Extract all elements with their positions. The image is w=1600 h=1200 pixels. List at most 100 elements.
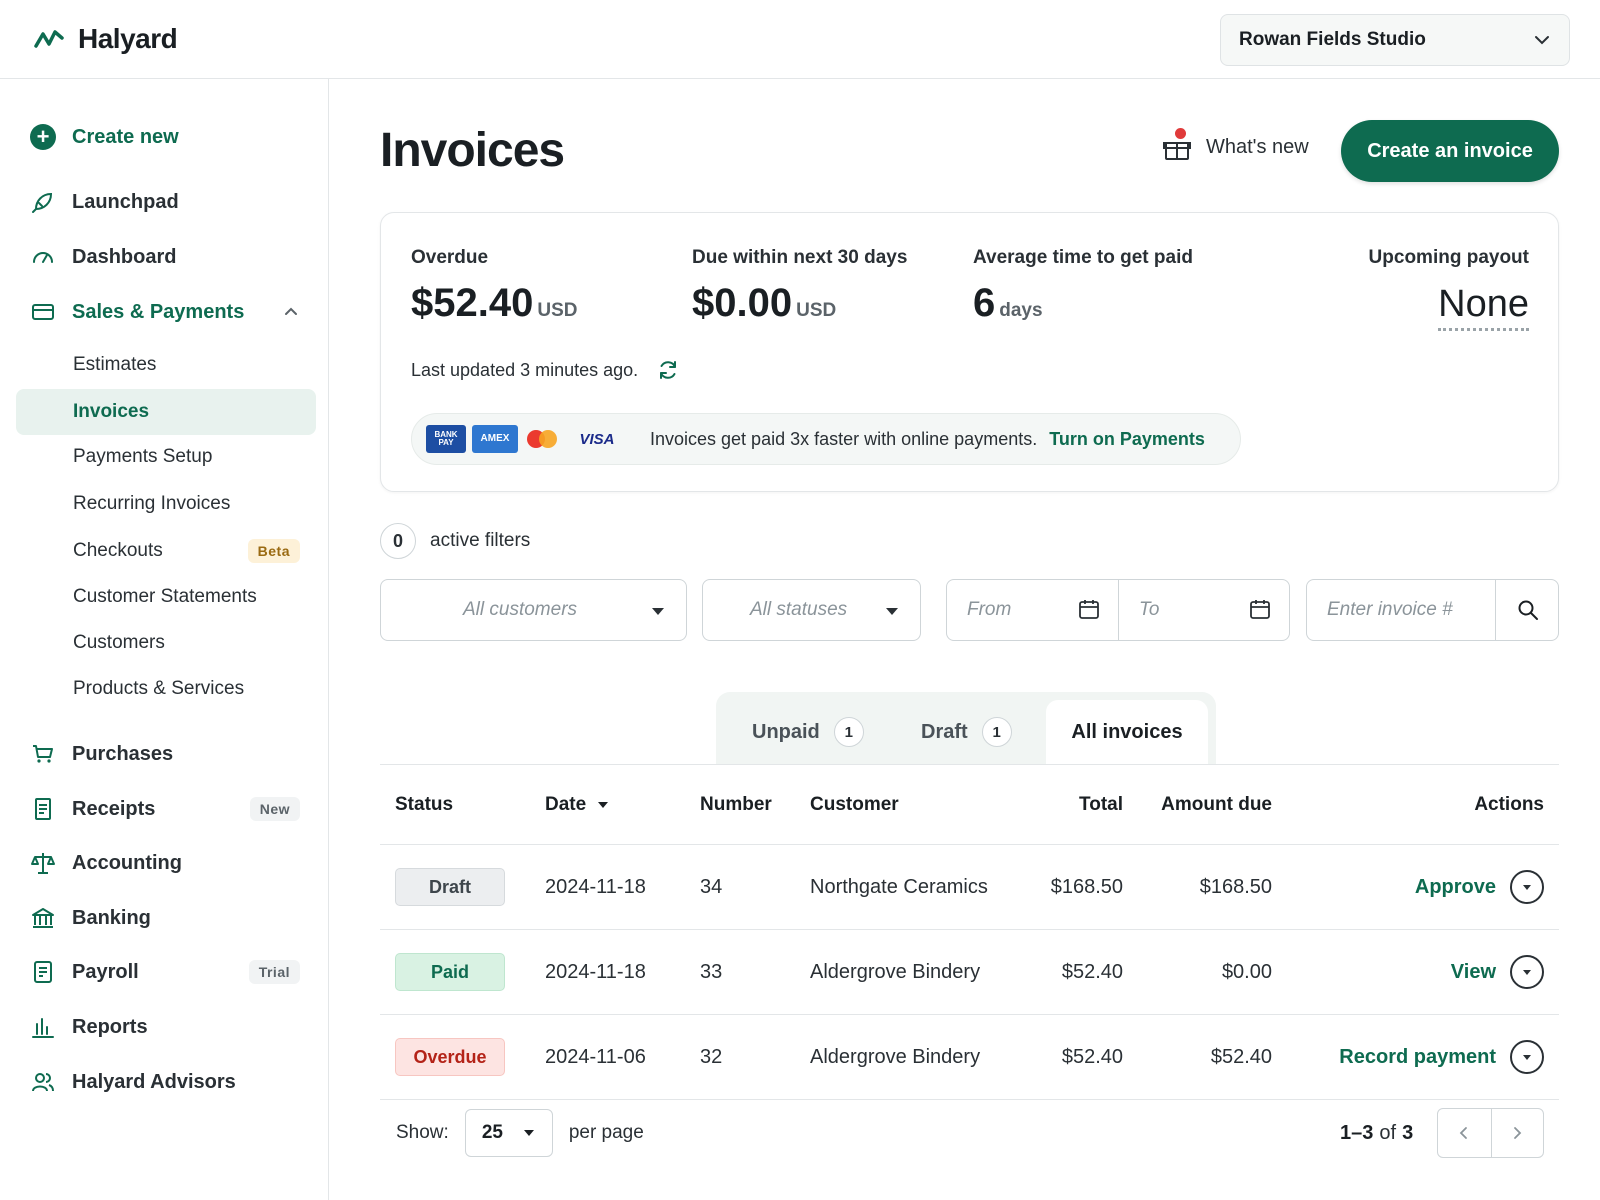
sidebar-item-payments-setup[interactable]: Payments Setup — [16, 434, 316, 480]
visa-icon: VISA — [579, 430, 615, 448]
column-header-amount-due[interactable]: Amount due — [1161, 765, 1272, 844]
column-header-total[interactable]: Total — [1079, 765, 1123, 844]
last-updated-text: Last updated 3 minutes ago. — [411, 359, 639, 380]
status-filter-select[interactable]: All statuses — [702, 579, 921, 641]
to-date-input[interactable]: To — [1118, 580, 1289, 640]
table-row[interactable]: Overdue 2024-11-06 32 Aldergrove Bindery… — [380, 1015, 1559, 1100]
refresh-icon[interactable] — [656, 358, 680, 382]
avg-time-stat: Average time to get paid 6 days — [973, 247, 1193, 326]
calendar-icon[interactable] — [1249, 598, 1271, 620]
tab-unpaid[interactable]: Unpaid 1 — [752, 700, 864, 764]
customer-filter-select[interactable]: All customers — [380, 579, 687, 641]
whats-new-button[interactable]: What's new — [1162, 128, 1309, 162]
sidebar-item-receipts[interactable]: Receipts New — [30, 796, 300, 822]
amount-due-cell: $168.50 — [1199, 875, 1272, 898]
total-count: 3 — [1402, 1121, 1414, 1144]
sidebar-item-label: Recurring Invoices — [73, 493, 231, 514]
create-invoice-button[interactable]: Create an invoice — [1341, 120, 1559, 182]
range-value: 1–3 — [1340, 1121, 1374, 1144]
overdue-stat: Overdue $52.40 USD — [411, 247, 577, 326]
sidebar-item-payroll[interactable]: Payroll Trial — [30, 959, 300, 985]
per-page-select[interactable]: 25 — [464, 1109, 553, 1157]
number-cell: 33 — [700, 960, 723, 983]
page-range: 1–3 of 3 — [1340, 1108, 1413, 1158]
invoice-number-input[interactable]: Enter invoice # — [1307, 580, 1495, 640]
approve-link[interactable]: Approve — [1415, 876, 1496, 899]
sidebar-item-invoices[interactable]: Invoices — [16, 389, 316, 435]
caret-down-icon — [652, 608, 664, 615]
business-name: Rowan Fields Studio — [1239, 29, 1426, 50]
calendar-icon[interactable] — [1078, 598, 1100, 620]
sidebar-item-checkouts[interactable]: Checkouts Beta — [16, 528, 316, 574]
column-header-actions: Actions — [1474, 793, 1544, 815]
trial-badge: Trial — [248, 960, 300, 984]
sidebar-item-label: Products & Services — [73, 678, 245, 699]
turn-on-payments-link[interactable]: Turn on Payments — [1049, 429, 1205, 450]
summary-card: Overdue $52.40 USD Due within next 30 day… — [380, 212, 1559, 492]
sidebar-item-purchases[interactable]: Purchases — [30, 741, 300, 767]
brand-logo[interactable]: Halyard — [32, 22, 178, 56]
more-actions-icon[interactable] — [1510, 1040, 1544, 1074]
new-badge: New — [249, 797, 300, 821]
stat-label: Average time to get paid — [973, 247, 1193, 268]
column-header-date[interactable]: Date — [545, 765, 609, 844]
chevron-left-icon — [1459, 1127, 1468, 1139]
status-badge: Draft — [395, 868, 505, 906]
column-header-number[interactable]: Number — [700, 765, 772, 844]
business-switcher[interactable]: Rowan Fields Studio — [1220, 14, 1570, 66]
column-header-status[interactable]: Status — [395, 765, 453, 844]
sidebar-item-products-services[interactable]: Products & Services — [16, 666, 316, 712]
record-payment-link[interactable]: Record payment — [1339, 1046, 1496, 1069]
sidebar-item-accounting[interactable]: Accounting — [30, 850, 300, 876]
sidebar-item-label: Payroll — [72, 960, 139, 983]
date-cell: 2024-11-06 — [545, 1045, 646, 1068]
sidebar-item-customer-statements[interactable]: Customer Statements — [16, 574, 316, 620]
table-row[interactable]: Paid 2024-11-18 33 Aldergrove Bindery $5… — [380, 930, 1559, 1015]
create-new-button[interactable]: + Create new — [30, 124, 179, 150]
receipt-icon — [35, 798, 51, 820]
sidebar-item-customers[interactable]: Customers — [16, 620, 316, 666]
from-date-input[interactable]: From — [947, 580, 1118, 640]
column-header-customer[interactable]: Customer — [810, 765, 899, 844]
status-badge: Overdue — [395, 1038, 505, 1076]
previous-page-button[interactable] — [1438, 1109, 1491, 1157]
sidebar-item-halyard-advisors[interactable]: Halyard Advisors — [30, 1069, 300, 1095]
from-date-placeholder: From — [967, 599, 1012, 620]
search-button[interactable] — [1495, 580, 1559, 640]
sidebar-item-sales-payments[interactable]: Sales & Payments — [30, 299, 300, 325]
more-actions-icon[interactable] — [1510, 955, 1544, 989]
sidebar-item-recurring-invoices[interactable]: Recurring Invoices — [16, 481, 316, 527]
sidebar-item-reports[interactable]: Reports — [30, 1014, 300, 1040]
sidebar-item-label: Reports — [72, 1015, 148, 1038]
bank-icon — [32, 908, 54, 928]
sidebar-item-estimates[interactable]: Estimates — [16, 342, 316, 388]
active-filters-label: active filters — [430, 530, 531, 551]
table-row[interactable]: Draft 2024-11-18 34 Northgate Ceramics $… — [380, 845, 1559, 930]
to-date-placeholder: To — [1139, 599, 1160, 620]
tab-all-invoices[interactable]: All invoices — [1046, 700, 1208, 764]
next-page-button[interactable] — [1490, 1109, 1544, 1157]
more-actions-icon[interactable] — [1510, 870, 1544, 904]
cart-icon — [33, 745, 53, 763]
sidebar-item-label: Dashboard — [72, 245, 177, 268]
payout-value[interactable]: None — [1438, 283, 1529, 331]
number-cell: 32 — [700, 1045, 723, 1068]
beta-badge: Beta — [247, 539, 300, 563]
sort-desc-icon — [598, 801, 609, 808]
sidebar-item-label: Launchpad — [72, 190, 179, 213]
sidebar: + Create new Launchpad Dashboard Sales &… — [0, 79, 329, 1200]
sidebar-item-launchpad[interactable]: Launchpad — [30, 189, 300, 215]
banner-text: Invoices get paid 3x faster with online … — [650, 428, 1038, 449]
chevron-up-icon[interactable] — [282, 303, 300, 321]
due-soon-amount: $0.00 — [692, 281, 793, 325]
online-payments-banner: BANK PAY AMEX VISA Invoices get paid 3x … — [411, 413, 1241, 465]
amount-due-cell: $52.40 — [1210, 1045, 1272, 1068]
sidebar-item-dashboard[interactable]: Dashboard — [30, 244, 300, 270]
tab-label: All invoices — [1071, 720, 1183, 743]
tab-draft[interactable]: Draft 1 — [921, 700, 1012, 764]
view-link[interactable]: View — [1451, 961, 1496, 984]
sidebar-item-label: Banking — [72, 906, 151, 929]
customer-cell: Northgate Ceramics — [810, 875, 988, 898]
sidebar-item-banking[interactable]: Banking — [30, 905, 300, 931]
actions-cell: View — [1451, 930, 1544, 1014]
